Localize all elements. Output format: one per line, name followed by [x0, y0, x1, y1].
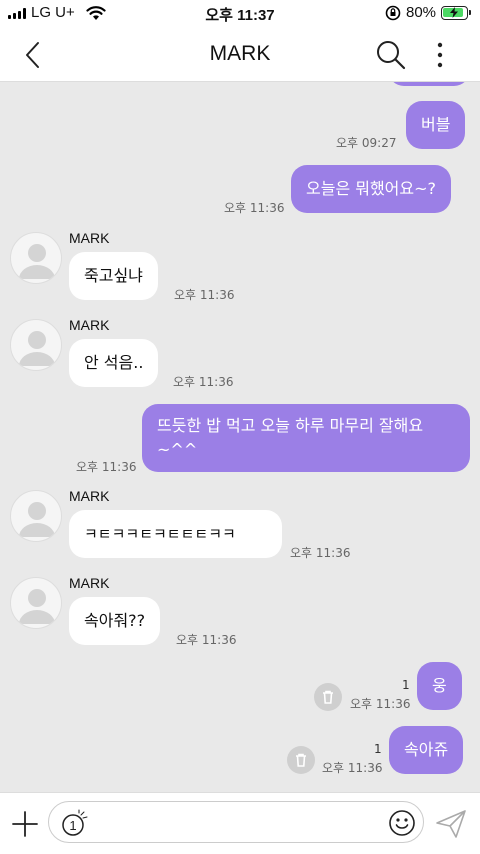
battery-charging-icon: [441, 6, 471, 20]
message-time: 오후 09:27: [336, 136, 397, 150]
message-input-bar: 1: [0, 792, 480, 854]
battery-percent: 80%: [406, 4, 437, 21]
sender-name: MARK: [69, 488, 110, 504]
message-time: 오후 11:36: [224, 201, 285, 215]
timer-icon[interactable]: 1: [59, 809, 93, 839]
plus-icon[interactable]: [10, 809, 40, 839]
message-bubble[interactable]: ㅋㅌㅋㅋㅌㅋㅌㅌㅌㅋㅋ: [69, 510, 282, 558]
delete-failed-message-icon[interactable]: [287, 746, 315, 774]
unread-count: 1: [374, 742, 382, 756]
avatar[interactable]: [10, 577, 62, 629]
more-vertical-icon[interactable]: [428, 38, 452, 72]
search-icon[interactable]: [374, 38, 408, 72]
message-bubble[interactable]: 죽고싶냐: [69, 252, 158, 300]
message-bubble[interactable]: 속아쥬: [389, 726, 464, 774]
avatar[interactable]: [10, 319, 62, 371]
sender-name: MARK: [69, 317, 110, 333]
message-bubble[interactable]: 속아줘??: [69, 597, 161, 645]
message-time: 오후 11:36: [173, 375, 234, 389]
message-bubble[interactable]: 웅: [417, 662, 462, 710]
message-time: 오후 11:36: [176, 633, 237, 647]
status-bar: LG U+ 오후 11:37 80%: [0, 0, 480, 28]
message-input[interactable]: [97, 808, 377, 836]
message-list[interactable]: 오후 09:27 버블 오후 11:36 오늘은 뭐했어요~? MARK 죽고싶…: [0, 82, 480, 792]
chat-title: MARK: [209, 42, 271, 65]
message-time: 오후 11:36: [174, 288, 235, 302]
message-bubble[interactable]: 오늘은 뭐했어요~?: [291, 165, 452, 213]
chat-header: MARK: [0, 28, 480, 82]
message-time: 오후 11:36: [76, 460, 137, 474]
avatar[interactable]: [10, 232, 62, 284]
message-bubble[interactable]: 뜨듯한 밥 먹고 오늘 하루 마무리 잘해요~^^: [142, 404, 470, 472]
message-time: 오후 11:36: [322, 761, 383, 775]
sender-name: MARK: [69, 575, 110, 591]
timer-label: 1: [69, 818, 76, 833]
delete-failed-message-icon[interactable]: [314, 683, 342, 711]
unread-count: 1: [402, 678, 410, 692]
message-time: 오후 11:36: [290, 546, 351, 560]
message-field[interactable]: 1: [48, 801, 424, 843]
avatar[interactable]: [10, 490, 62, 542]
send-icon[interactable]: [434, 807, 468, 841]
message-bubble[interactable]: 버블: [406, 101, 466, 149]
message-bubble-partial[interactable]: [388, 82, 470, 86]
message-time: 오후 11:36: [350, 697, 411, 711]
emoji-icon[interactable]: [387, 808, 417, 838]
message-bubble[interactable]: 안 석음..: [69, 339, 159, 387]
orientation-lock-icon: [385, 5, 401, 21]
sender-name: MARK: [69, 230, 110, 246]
